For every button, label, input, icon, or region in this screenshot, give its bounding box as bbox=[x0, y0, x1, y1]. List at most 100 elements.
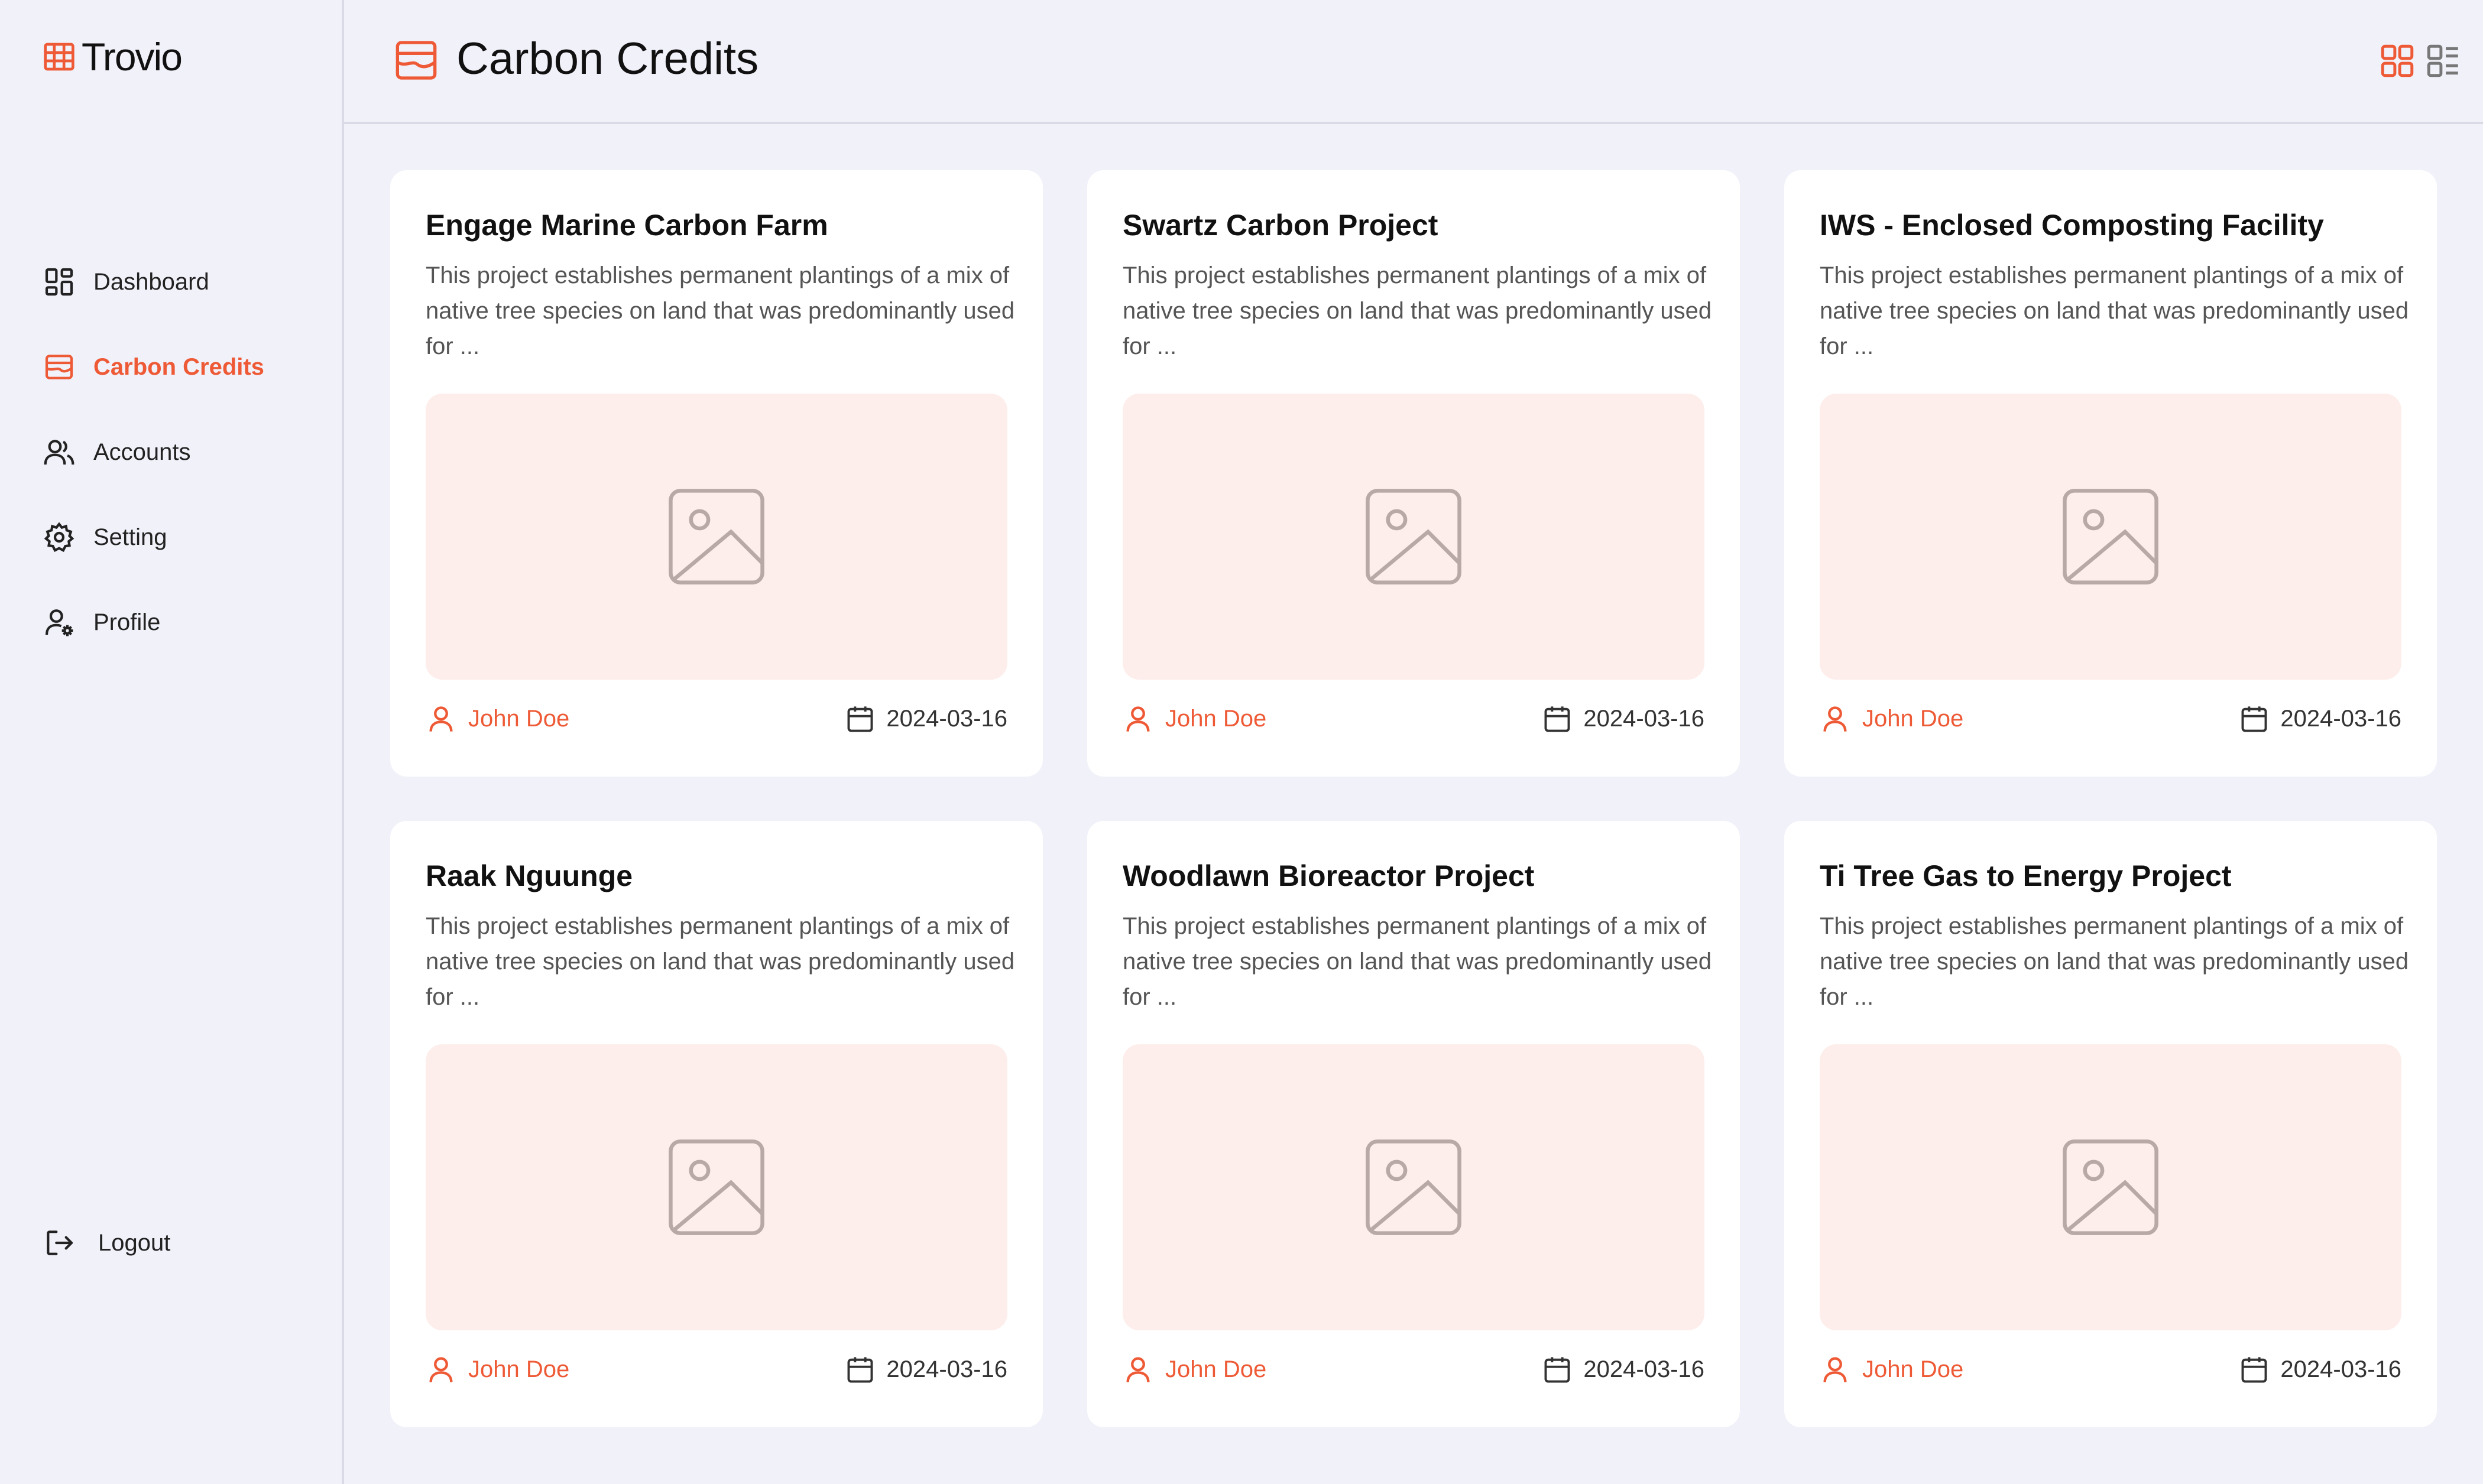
page-title: Carbon Credits bbox=[456, 34, 759, 84]
calendar-icon bbox=[1544, 1357, 1570, 1383]
card-description: This project establishes permanent plant… bbox=[1820, 262, 2409, 359]
project-card[interactable]: Ti Tree Gas to Energy Project This proje… bbox=[1784, 821, 2437, 1427]
card-title: IWS - Enclosed Composting Facility bbox=[1820, 209, 2324, 242]
card-image-placeholder bbox=[426, 394, 1007, 680]
card-description: This project establishes permanent plant… bbox=[426, 913, 1015, 1010]
card-title: Woodlawn Bioreactor Project bbox=[1123, 859, 1535, 892]
logout-button[interactable]: Logout bbox=[43, 1226, 170, 1259]
card-date: 2024-03-16 bbox=[845, 703, 1007, 734]
image-placeholder-icon bbox=[1366, 489, 1461, 584]
date-text: 2024-03-16 bbox=[886, 1356, 1007, 1382]
sidebar-item-label: Setting bbox=[93, 524, 167, 550]
project-card[interactable]: Swartz Carbon Project This project estab… bbox=[1087, 170, 1740, 777]
card-image-placeholder bbox=[1123, 394, 1704, 680]
project-card[interactable]: Raak Nguunge This project establishes pe… bbox=[390, 821, 1043, 1427]
user-icon bbox=[1126, 706, 1150, 732]
author-name: John Doe bbox=[468, 705, 570, 732]
sidebar-item-carbon-credits[interactable]: Carbon Credits bbox=[43, 324, 264, 410]
date-text: 2024-03-16 bbox=[1583, 1356, 1704, 1382]
card-footer: John Doe 2024-03-16 bbox=[1123, 701, 1704, 736]
card-footer: John Doe 2024-03-16 bbox=[426, 701, 1007, 736]
card-image-placeholder bbox=[426, 1044, 1007, 1330]
carbon-credits-icon bbox=[396, 41, 437, 80]
image-placeholder-icon bbox=[1366, 1139, 1461, 1235]
card-description: This project establishes permanent plant… bbox=[1820, 913, 2409, 1010]
date-text: 2024-03-16 bbox=[886, 705, 1007, 732]
carbon-credits-icon bbox=[45, 355, 73, 379]
project-card[interactable]: IWS - Enclosed Composting Facility This … bbox=[1784, 170, 2437, 777]
users-icon bbox=[44, 440, 74, 465]
calendar-icon bbox=[847, 706, 873, 732]
user-icon bbox=[429, 706, 453, 732]
sidebar-item-label: Carbon Credits bbox=[93, 353, 264, 380]
author-name: John Doe bbox=[468, 1356, 570, 1382]
user-icon bbox=[429, 1357, 453, 1382]
gear-icon bbox=[44, 522, 74, 552]
calendar-icon bbox=[2241, 1357, 2267, 1383]
sidebar-item-dashboard[interactable]: Dashboard bbox=[43, 239, 264, 324]
author-link[interactable]: John Doe bbox=[1123, 703, 1266, 734]
card-title: Engage Marine Carbon Farm bbox=[426, 209, 828, 242]
page-header: Carbon Credits bbox=[344, 0, 2483, 124]
card-image-placeholder bbox=[1820, 1044, 2401, 1330]
app-name: Trovio bbox=[82, 35, 183, 79]
card-footer: John Doe 2024-03-16 bbox=[1820, 701, 2401, 736]
image-placeholder-icon bbox=[669, 489, 764, 584]
card-image-placeholder bbox=[1820, 394, 2401, 680]
calendar-icon bbox=[847, 1357, 873, 1383]
sidebar-item-label: Dashboard bbox=[93, 268, 209, 295]
user-icon bbox=[1823, 1357, 1847, 1382]
sidebar-item-profile[interactable]: Profile bbox=[43, 580, 264, 665]
card-footer: John Doe 2024-03-16 bbox=[1123, 1352, 1704, 1387]
card-description: This project establishes permanent plant… bbox=[426, 262, 1015, 359]
card-description: This project establishes permanent plant… bbox=[1123, 913, 1712, 1010]
card-footer: John Doe 2024-03-16 bbox=[426, 1352, 1007, 1387]
user-icon bbox=[1823, 706, 1847, 732]
image-placeholder-icon bbox=[669, 1139, 764, 1235]
project-card[interactable]: Woodlawn Bioreactor Project This project… bbox=[1087, 821, 1740, 1427]
card-date: 2024-03-16 bbox=[845, 1354, 1007, 1385]
image-placeholder-icon bbox=[2063, 489, 2158, 584]
card-date: 2024-03-16 bbox=[2239, 1354, 2401, 1385]
date-text: 2024-03-16 bbox=[2280, 705, 2401, 732]
card-date: 2024-03-16 bbox=[1542, 1354, 1704, 1385]
card-image-placeholder bbox=[1123, 1044, 1704, 1330]
author-name: John Doe bbox=[1165, 1356, 1267, 1382]
card-title: Raak Nguunge bbox=[426, 859, 633, 892]
list-view-icon[interactable] bbox=[2424, 41, 2463, 80]
author-link[interactable]: John Doe bbox=[426, 1354, 569, 1385]
author-name: John Doe bbox=[1862, 1356, 1964, 1382]
author-name: John Doe bbox=[1862, 705, 1964, 732]
card-title: Swartz Carbon Project bbox=[1123, 209, 1438, 242]
logout-icon bbox=[47, 1230, 73, 1255]
sidebar-item-label: Profile bbox=[93, 609, 161, 635]
author-link[interactable]: John Doe bbox=[1820, 703, 1963, 734]
sidebar-item-setting[interactable]: Setting bbox=[43, 495, 264, 580]
calendar-icon bbox=[2241, 706, 2267, 732]
author-link[interactable]: John Doe bbox=[1123, 1354, 1266, 1385]
user-icon bbox=[1126, 1357, 1150, 1382]
date-text: 2024-03-16 bbox=[1583, 705, 1704, 732]
carbon-credits-grid: Engage Marine Carbon Farm This project e… bbox=[390, 170, 2437, 1427]
card-date: 2024-03-16 bbox=[1542, 703, 1704, 734]
card-date: 2024-03-16 bbox=[2239, 703, 2401, 734]
project-card[interactable]: Engage Marine Carbon Farm This project e… bbox=[390, 170, 1043, 777]
sidebar-item-accounts[interactable]: Accounts bbox=[43, 410, 264, 495]
author-link[interactable]: John Doe bbox=[426, 703, 569, 734]
image-placeholder-icon bbox=[2063, 1139, 2158, 1235]
author-link[interactable]: John Doe bbox=[1820, 1354, 1963, 1385]
dashboard-icon bbox=[45, 268, 73, 296]
app-logo[interactable]: Trovio bbox=[43, 34, 183, 79]
user-settings-icon bbox=[45, 609, 73, 637]
card-footer: John Doe 2024-03-16 bbox=[1820, 1352, 2401, 1387]
sidebar-nav: Dashboard Carbon Credits Accounts Settin… bbox=[43, 239, 264, 665]
sidebar-item-label: Accounts bbox=[93, 439, 191, 465]
sidebar: Trovio Dashboard Carbon Credits Accounts… bbox=[0, 0, 344, 1484]
date-text: 2024-03-16 bbox=[2280, 1356, 2401, 1382]
grid-view-icon[interactable] bbox=[2378, 41, 2417, 80]
logout-label: Logout bbox=[98, 1229, 171, 1256]
card-description: This project establishes permanent plant… bbox=[1123, 262, 1712, 359]
calendar-icon bbox=[1544, 706, 1570, 732]
logo-icon bbox=[44, 43, 74, 71]
author-name: John Doe bbox=[1165, 705, 1267, 732]
